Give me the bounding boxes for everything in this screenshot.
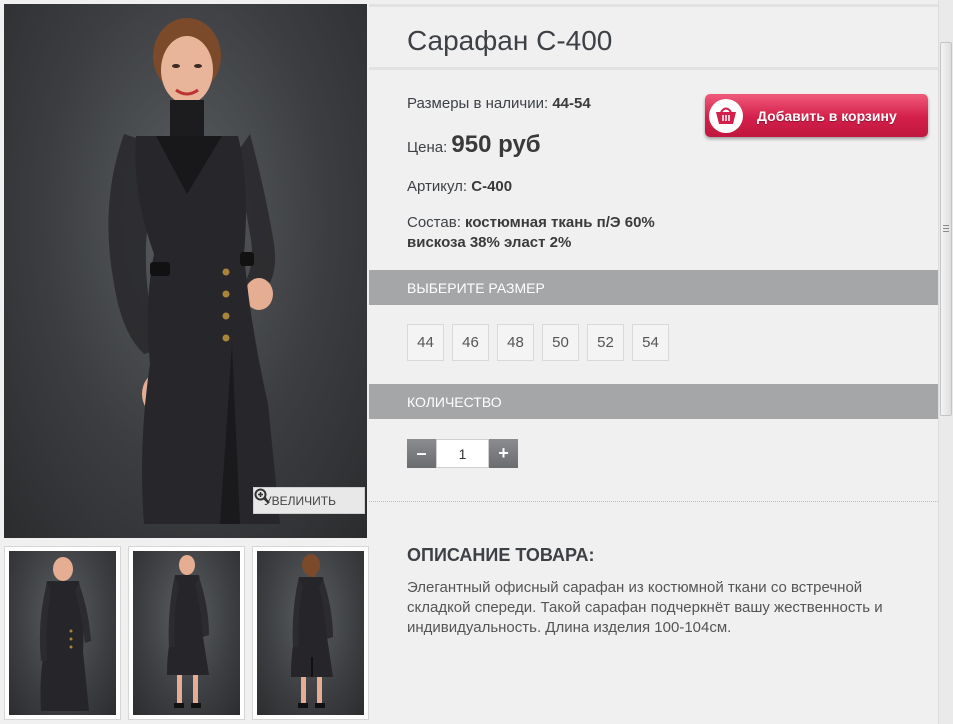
size-section-header: ВЫБЕРИТЕ РАЗМЕР bbox=[369, 270, 938, 305]
scrollbar-thumb[interactable] bbox=[940, 42, 952, 416]
title-band: Сарафан С-400 bbox=[369, 4, 938, 70]
size-option-50[interactable]: 50 bbox=[542, 324, 579, 361]
thumbnail-strip bbox=[4, 546, 369, 722]
article-label: Артикул: bbox=[407, 178, 468, 195]
thumbnail-image bbox=[167, 555, 209, 708]
sizes-available-value: 44-54 bbox=[552, 95, 591, 112]
page-scrollbar[interactable] bbox=[938, 0, 953, 724]
thumbnail-back[interactable] bbox=[252, 546, 369, 720]
price-value: 950 руб bbox=[451, 131, 541, 158]
zoom-label: УВЕЛИЧИТЬ bbox=[264, 493, 336, 508]
zoom-button[interactable]: УВЕЛИЧИТЬ bbox=[253, 487, 365, 514]
scrollbar-grip-icon bbox=[943, 225, 949, 232]
product-info-panel: Сарафан С-400 Размеры в наличии: 44-54 Ц… bbox=[369, 0, 938, 724]
size-options: 44 46 48 50 52 54 bbox=[407, 324, 669, 361]
add-to-cart-button[interactable]: Добавить в корзину bbox=[705, 94, 928, 137]
article-value: С-400 bbox=[471, 178, 513, 195]
thumbnail-image bbox=[291, 554, 333, 708]
quantity-minus-button[interactable]: – bbox=[407, 439, 436, 468]
quantity-section-header: КОЛИЧЕСТВО bbox=[369, 384, 938, 419]
section-divider bbox=[369, 501, 938, 502]
size-option-54[interactable]: 54 bbox=[632, 324, 669, 361]
main-product-photo[interactable]: УВЕЛИЧИТЬ bbox=[4, 4, 367, 538]
description-text: Элегантный офисный сарафан из костюмной … bbox=[407, 579, 883, 636]
product-title: Сарафан С-400 bbox=[407, 25, 613, 56]
article: Артикул: С-400 bbox=[407, 178, 512, 195]
quantity-stepper: – + bbox=[407, 439, 518, 468]
thumbnail-front[interactable] bbox=[4, 546, 121, 720]
add-to-cart-label: Добавить в корзину bbox=[757, 107, 897, 124]
composition-value-line2: вискоза 38% эласт 2% bbox=[407, 234, 572, 251]
size-option-52[interactable]: 52 bbox=[587, 324, 624, 361]
composition-label: Состав: bbox=[407, 214, 461, 231]
size-option-44[interactable]: 44 bbox=[407, 324, 444, 361]
price: Цена: 950 руб bbox=[407, 131, 541, 159]
size-option-46[interactable]: 46 bbox=[452, 324, 489, 361]
size-option-48[interactable]: 48 bbox=[497, 324, 534, 361]
thumbnail-front-full[interactable] bbox=[128, 546, 245, 720]
quantity-input[interactable] bbox=[436, 439, 489, 468]
sizes-available: Размеры в наличии: 44-54 bbox=[407, 95, 591, 112]
basket-icon bbox=[709, 98, 743, 133]
description-title: ОПИСАНИЕ ТОВАРА: bbox=[407, 545, 595, 565]
sizes-available-label: Размеры в наличии: bbox=[407, 95, 549, 112]
thumbnail-image bbox=[39, 557, 91, 711]
price-label: Цена: bbox=[407, 139, 448, 156]
model-illustration bbox=[108, 18, 280, 524]
composition-value-line1: костюмная ткань п/Э 60% bbox=[465, 214, 655, 231]
quantity-plus-button[interactable]: + bbox=[489, 439, 518, 468]
composition: Состав: костюмная ткань п/Э 60% вискоза … bbox=[407, 213, 655, 253]
